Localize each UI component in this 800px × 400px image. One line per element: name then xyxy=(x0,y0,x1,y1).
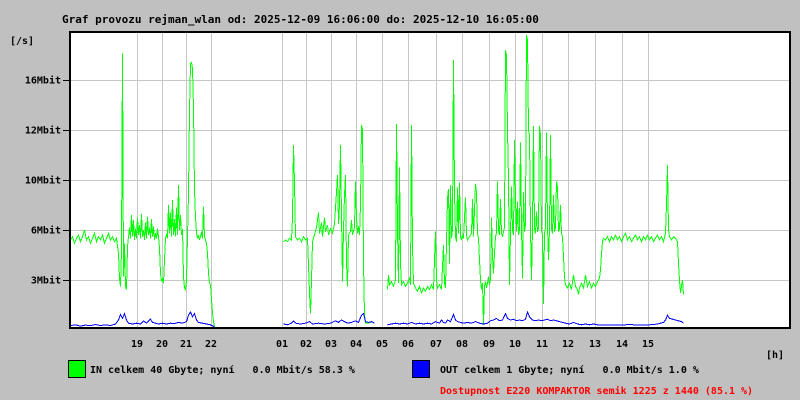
x-tick-label: 20 xyxy=(156,339,168,350)
y-tick-label: 6Mbit xyxy=(31,225,61,237)
x-tick-label: 06 xyxy=(402,339,414,350)
x-tick-label: 19 xyxy=(131,339,143,350)
x-tick-label: 08 xyxy=(456,339,468,350)
x-tick-label: 21 xyxy=(180,339,192,350)
x-tick-label: 03 xyxy=(325,339,337,350)
x-tick-label: 02 xyxy=(300,339,312,350)
x-axis-unit-label: [h] xyxy=(766,350,785,361)
x-tick-label: 13 xyxy=(589,339,601,350)
x-tick-label: 07 xyxy=(430,339,442,350)
legend-out-swatch xyxy=(412,360,430,378)
x-tick-label: 09 xyxy=(483,339,495,350)
x-tick-label: 05 xyxy=(376,339,388,350)
x-tick-label: 11 xyxy=(536,339,548,350)
x-tick-label: 01 xyxy=(276,339,288,350)
x-tick-label: 15 xyxy=(642,339,654,350)
y-tick-label: 3Mbit xyxy=(31,275,61,287)
legend-out-label: OUT celkem 1 Gbyte; nyní 0.0 Mbit/s 1.0 … xyxy=(440,365,699,376)
x-tick-label: 12 xyxy=(562,339,574,350)
x-tick-label: 04 xyxy=(350,339,362,350)
traffic-chart: 16Mbit 12Mbit 10Mbit 6Mbit 3Mbit 19 20 21 22 01 02… xyxy=(25,31,791,350)
y-tick-label: 10Mbit xyxy=(25,175,61,187)
x-tick-label: 22 xyxy=(205,339,217,350)
legend-in-swatch xyxy=(68,360,86,378)
y-tick-label: 16Mbit xyxy=(25,75,61,87)
y-tick-label: 12Mbit xyxy=(25,125,61,137)
availability-text: Dostupnost E220 KOMPAKTOR semik 1225 z 1… xyxy=(440,386,754,397)
legend-in-label: IN celkem 40 Gbyte; nyní 0.0 Mbit/s 58.3… xyxy=(90,365,355,376)
x-tick-label: 10 xyxy=(509,339,521,350)
x-tick-label: 14 xyxy=(616,339,628,350)
mrtg-traffic-graph-window: Graf provozu rejman_wlan od: 2025-12-09 … xyxy=(0,0,800,400)
